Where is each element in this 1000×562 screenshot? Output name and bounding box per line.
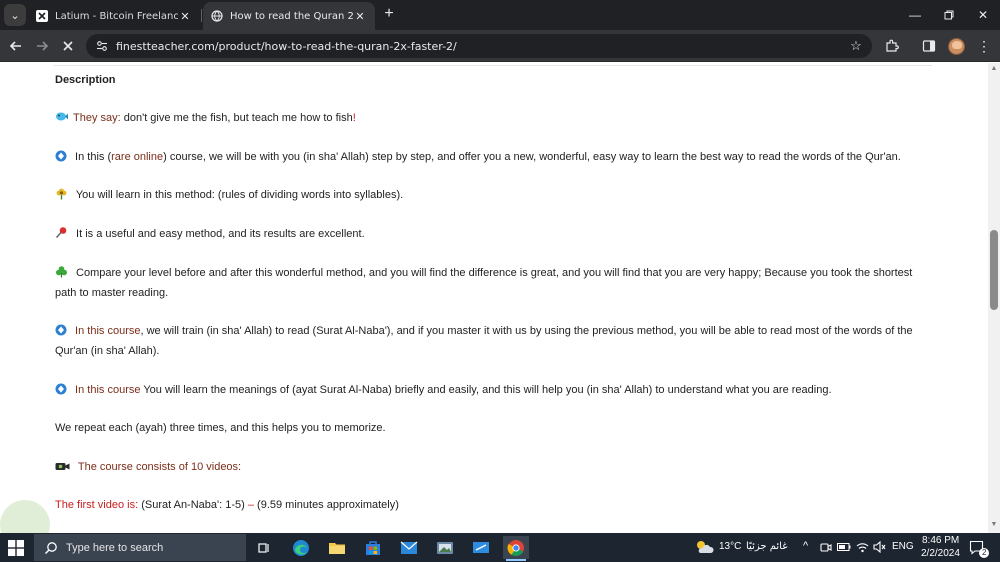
clock-time[interactable]: 8:46 PM xyxy=(922,535,959,546)
photos-app-icon[interactable] xyxy=(432,536,458,559)
paragraph: We repeat each (ayah) three times, and t… xyxy=(55,422,386,434)
site-logo-watermark xyxy=(0,500,50,533)
chrome-icon[interactable] xyxy=(503,536,529,559)
new-tab-icon[interactable]: + xyxy=(380,5,398,23)
fish-icon xyxy=(56,112,68,121)
divider xyxy=(54,65,932,66)
tab-close-icon[interactable]: ✕ xyxy=(353,10,367,23)
tab-finestteacher[interactable]: How to read the Quran 2x faste ✕ xyxy=(203,2,375,30)
blue-diamond-icon xyxy=(55,150,67,162)
url-text: finestteacher.com/product/how-to-read-th… xyxy=(116,39,457,53)
paragraph: In this course, we will train (in sha' A… xyxy=(55,324,913,357)
globe-icon xyxy=(211,10,223,22)
taskbar-search-box[interactable]: Type here to search xyxy=(34,534,246,561)
tab-search-button[interactable]: ⌄ xyxy=(4,4,26,26)
weather-temperature[interactable]: 13°C xyxy=(719,541,741,552)
windows-taskbar: Type here to search 13°C غائم جزئيًا ^ E… xyxy=(0,533,1000,562)
tab-divider xyxy=(201,9,202,22)
paragraph: In this (rare online) course, we will be… xyxy=(55,147,925,167)
tab-close-icon[interactable]: ✕ xyxy=(178,10,192,23)
paragraph: Compare your level before and after this… xyxy=(55,266,913,299)
search-placeholder: Type here to search xyxy=(66,541,164,554)
remote-desktop-icon[interactable] xyxy=(468,536,494,559)
back-icon[interactable] xyxy=(5,35,27,57)
active-app-indicator xyxy=(506,559,526,561)
bookmark-star-icon[interactable]: ☆ xyxy=(848,38,864,54)
address-bar[interactable]: finestteacher.com/product/how-to-read-th… xyxy=(86,34,872,58)
wifi-icon[interactable] xyxy=(856,541,869,553)
paragraph: The course consists of 10 videos: xyxy=(55,457,925,477)
paragraph: You will learn in this method: (rules of… xyxy=(55,185,925,205)
paragraph: In this course You will learn the meanin… xyxy=(55,380,925,400)
side-panel-icon[interactable] xyxy=(918,35,940,57)
notification-count-badge: 2 xyxy=(979,548,990,558)
site-info-icon[interactable] xyxy=(94,38,110,54)
clover-icon xyxy=(56,266,67,278)
extensions-icon[interactable] xyxy=(881,35,903,57)
paragraph: The first video is: (Surat An-Naba': 1-5… xyxy=(55,499,399,511)
minimize-icon[interactable]: — xyxy=(898,0,932,30)
flower-icon xyxy=(56,188,67,200)
description-heading: Description xyxy=(55,74,116,86)
menu-kebab-icon[interactable]: ⋮ xyxy=(973,35,995,57)
stop-loading-icon[interactable] xyxy=(57,35,79,57)
pushpin-icon xyxy=(55,227,67,238)
windows-start-icon[interactable] xyxy=(8,540,24,556)
video-camera-icon xyxy=(55,463,70,470)
close-window-icon[interactable]: ✕ xyxy=(966,0,1000,30)
battery-icon[interactable] xyxy=(837,542,851,552)
show-hidden-icons-chevron-icon[interactable]: ^ xyxy=(803,540,808,552)
task-view-icon[interactable] xyxy=(251,536,277,559)
volume-muted-icon[interactable] xyxy=(873,541,886,553)
weather-partly-cloudy-icon[interactable] xyxy=(694,539,714,555)
profile-avatar[interactable] xyxy=(948,38,965,55)
restore-icon[interactable] xyxy=(932,0,966,30)
forward-icon[interactable] xyxy=(31,35,53,57)
file-explorer-icon[interactable] xyxy=(324,536,350,559)
scrollbar-thumb[interactable] xyxy=(990,230,998,310)
chevron-down-icon: ⌄ xyxy=(10,9,20,22)
weather-description[interactable]: غائم جزئيًا xyxy=(746,541,787,552)
tab-title: How to read the Quran 2x faste xyxy=(230,10,353,22)
search-icon xyxy=(44,541,57,554)
tab-title: Latium - Bitcoin Freelance Mark xyxy=(55,10,178,22)
blue-diamond-icon xyxy=(55,324,67,336)
blue-diamond-icon xyxy=(55,383,67,395)
mail-icon[interactable] xyxy=(396,536,422,559)
scroll-up-icon[interactable]: ▲ xyxy=(990,65,998,73)
web-page: Description They say: don't give me the … xyxy=(0,63,988,533)
edge-browser-icon[interactable] xyxy=(288,536,314,559)
browser-toolbar: finestteacher.com/product/how-to-read-th… xyxy=(0,30,1000,62)
language-indicator[interactable]: ENG xyxy=(892,541,914,552)
tab-latium[interactable]: Latium - Bitcoin Freelance Mark ✕ xyxy=(28,2,200,30)
paragraph: It is a useful and easy method, and its … xyxy=(55,224,925,244)
clock-date[interactable]: 2/2/2024 xyxy=(921,548,960,559)
tab-strip: ⌄ Latium - Bitcoin Freelance Mark ✕ How … xyxy=(0,0,1000,30)
latium-favicon-icon xyxy=(36,10,48,22)
scroll-down-icon[interactable]: ▼ xyxy=(990,521,998,529)
paragraph: They say: don't give me the fish, but te… xyxy=(55,108,925,128)
microsoft-store-icon[interactable] xyxy=(360,536,386,559)
meet-now-icon[interactable] xyxy=(820,542,832,553)
